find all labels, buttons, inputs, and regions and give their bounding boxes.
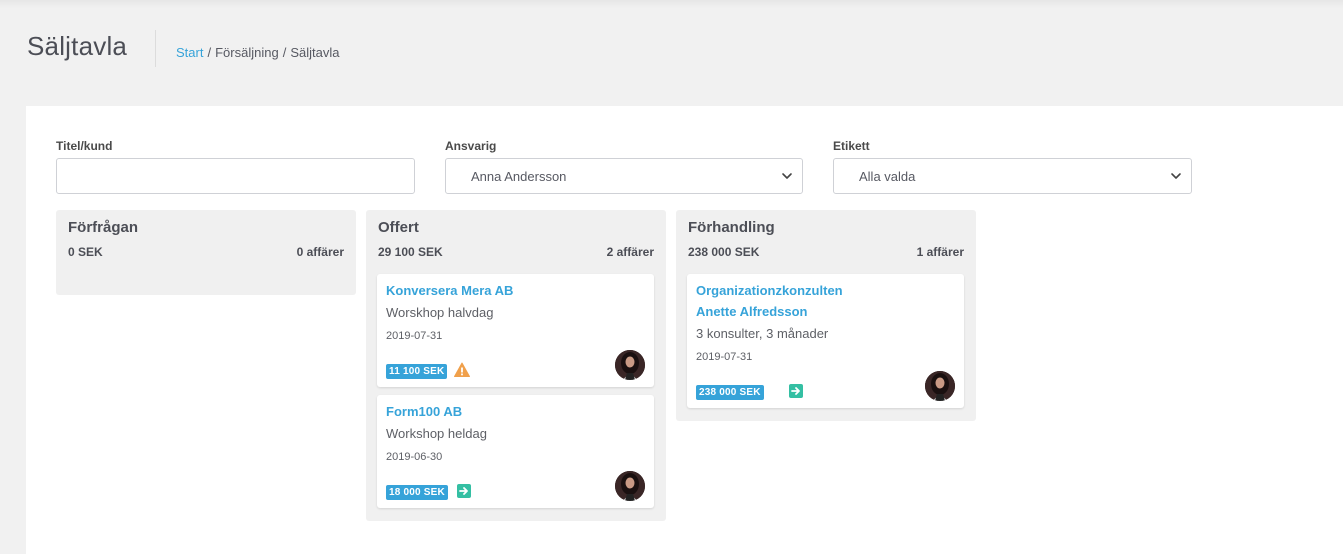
avatar[interactable] — [925, 371, 955, 401]
amount-badge: 11 100 SEK — [386, 364, 448, 379]
column-count: 1 affärer — [916, 245, 964, 259]
top-bar — [0, 0, 1343, 8]
column-title: Förfrågan — [68, 219, 139, 236]
column-sum: 0 SEK — [68, 245, 103, 259]
column-count: 0 affärer — [296, 245, 344, 259]
responsible-value: Anna Andersson — [471, 169, 567, 184]
breadcrumb-start-link[interactable]: Start — [176, 45, 203, 60]
avatar[interactable] — [615, 350, 645, 380]
breadcrumb-sales[interactable]: Försäljning — [215, 45, 279, 60]
column-title: Offert — [378, 219, 419, 236]
responsible-label: Ansvarig — [445, 139, 497, 153]
deal-date: 2019-07-31 — [386, 330, 443, 342]
tag-select[interactable]: Alla valda — [833, 158, 1192, 194]
breadcrumb-separator: / — [282, 45, 287, 60]
page-header: Säljtavla Start / Försäljning / Säljtavla — [0, 28, 1343, 68]
deal-card[interactable]: Organizationzkonzulten Anette Alfredsson… — [687, 274, 964, 408]
title-customer-input[interactable] — [56, 158, 415, 194]
chevron-down-icon — [1171, 173, 1181, 179]
deal-title-link[interactable]: Organizationzkonzulten — [696, 280, 843, 301]
deal-date: 2019-06-30 — [386, 451, 443, 463]
breadcrumb-current: Säljtavla — [290, 45, 340, 60]
header-divider — [155, 30, 156, 67]
amount-badge: 18 000 SEK — [386, 485, 448, 500]
user-avatar-icon — [925, 371, 955, 401]
deal-title-link[interactable]: Konversera Mera AB — [386, 280, 513, 301]
user-avatar-icon — [615, 350, 645, 380]
deal-description: 3 konsulter, 3 månader — [696, 326, 829, 341]
deal-card[interactable]: Form100 AB Workshop heldag 2019-06-30 18… — [377, 395, 654, 508]
warning-icon — [454, 362, 470, 377]
sales-board-panel: Titel/kund Ansvarig Anna Andersson Etike… — [26, 106, 1343, 554]
amount-badge: 238 000 SEK — [696, 385, 764, 400]
column-negotiation: Förhandling 238 000 SEK 1 affärer Organi… — [676, 210, 976, 421]
column-title: Förhandling — [688, 219, 775, 236]
deal-card[interactable]: Konversera Mera AB Worskhop halvdag 2019… — [377, 274, 654, 387]
arrow-right-icon — [457, 484, 471, 498]
avatar[interactable] — [615, 471, 645, 501]
column-count: 2 affärer — [606, 245, 654, 259]
column-sum: 29 100 SEK — [378, 245, 443, 259]
deal-contact-link[interactable]: Anette Alfredsson — [696, 301, 807, 322]
user-avatar-icon — [615, 471, 645, 501]
column-sum: 238 000 SEK — [688, 245, 760, 259]
deal-description: Workshop heldag — [386, 426, 487, 441]
deal-title-link[interactable]: Form100 AB — [386, 401, 462, 422]
page-title: Säljtavla — [27, 31, 128, 61]
tag-value: Alla valda — [859, 169, 916, 184]
column-quote: Offert 29 100 SEK 2 affärer Konversera M… — [366, 210, 666, 521]
responsible-select[interactable]: Anna Andersson — [445, 158, 803, 194]
arrow-right-icon — [789, 384, 803, 398]
column-inquiry: Förfrågan 0 SEK 0 affärer — [56, 210, 356, 295]
chevron-down-icon — [782, 173, 792, 179]
tag-label: Etikett — [833, 139, 870, 153]
deal-description: Worskhop halvdag — [386, 305, 494, 320]
deal-date: 2019-07-31 — [696, 351, 753, 363]
breadcrumb: Start / Försäljning / Säljtavla — [176, 45, 339, 60]
title-customer-label: Titel/kund — [56, 139, 113, 153]
breadcrumb-separator: / — [207, 45, 212, 60]
